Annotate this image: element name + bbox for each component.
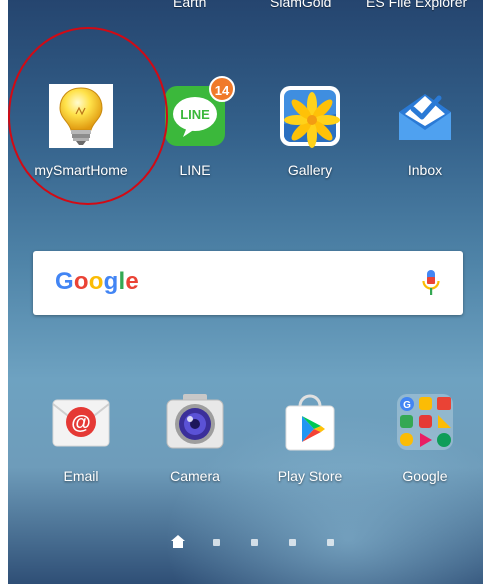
app-label: Play Store — [277, 468, 343, 484]
mic-icon[interactable] — [421, 269, 441, 299]
google-folder-icon: G — [397, 394, 453, 450]
google-logo-letter: o — [88, 268, 104, 295]
top-row-label-siamgold[interactable]: SiamGold — [270, 0, 331, 10]
page-dot[interactable] — [251, 539, 258, 546]
google-logo: Google — [55, 268, 139, 296]
svg-text:LINE: LINE — [180, 107, 210, 122]
home-icon[interactable] — [171, 535, 185, 548]
app-label: Google — [402, 468, 448, 484]
app-label: Email — [63, 468, 99, 484]
play-store-icon — [285, 394, 335, 451]
google-logo-letter: e — [125, 268, 139, 295]
page-dot[interactable] — [213, 539, 220, 546]
google-search-bar[interactable]: Google — [33, 251, 463, 315]
app-camera[interactable]: Camera — [147, 390, 243, 484]
app-label: Camera — [170, 468, 220, 484]
app-label: Inbox — [407, 162, 443, 178]
notification-badge: 14 — [209, 76, 235, 102]
app-gallery[interactable]: Gallery — [262, 84, 358, 178]
app-google-folder[interactable]: G Google — [377, 390, 473, 484]
svg-text:@: @ — [71, 412, 91, 434]
gallery-icon — [280, 86, 340, 148]
page-dot[interactable] — [289, 539, 296, 546]
app-label: LINE — [179, 162, 211, 178]
home-screen: Earth SiamGold ES File Explorer mySmartH… — [8, 0, 483, 584]
app-play-store[interactable]: Play Store — [262, 390, 358, 484]
google-logo-letter: g — [103, 268, 119, 295]
top-row-label-es-file-explorer[interactable]: ES File Explorer — [366, 0, 467, 10]
highlight-circle-annotation — [8, 27, 168, 205]
email-icon: @ — [52, 399, 110, 447]
page-dot[interactable] — [327, 539, 334, 546]
google-logo-letter: o — [73, 268, 89, 295]
app-email[interactable]: @ Email — [33, 390, 129, 484]
app-label: Gallery — [287, 162, 333, 178]
svg-text:G: G — [403, 400, 411, 411]
google-logo-letter: G — [55, 268, 74, 295]
app-inbox[interactable]: Inbox — [377, 84, 473, 178]
inbox-icon — [399, 94, 451, 140]
camera-icon — [166, 394, 224, 449]
top-row-label-earth[interactable]: Earth — [173, 0, 206, 10]
